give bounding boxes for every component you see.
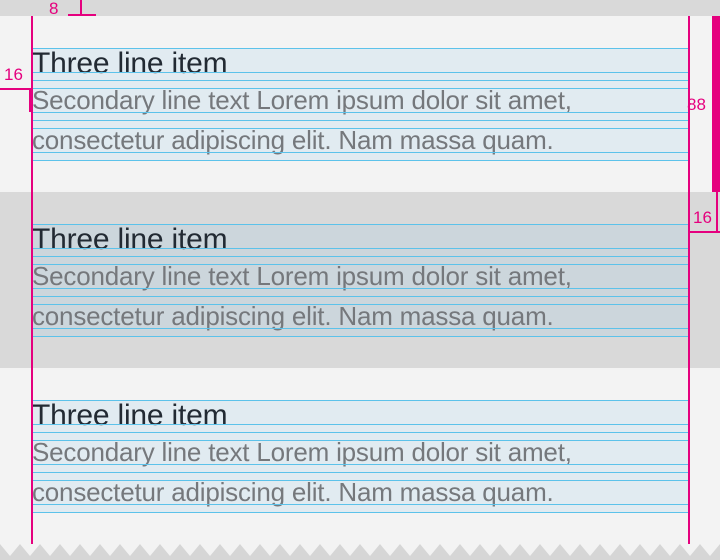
baseline-guide — [32, 512, 688, 513]
baseline-guide — [32, 296, 688, 297]
baseline-guide — [32, 48, 688, 49]
baseline-guide — [32, 80, 688, 81]
item-height-bar — [712, 16, 720, 192]
left-keyline — [31, 16, 33, 544]
right-padding-marker — [716, 192, 718, 233]
list-item-text: Three line item Secondary line text Lore… — [32, 400, 688, 512]
secondary-text-line-2: consectetur adipiscing elit. Nam massa q… — [32, 125, 554, 155]
secondary-text-line-1: Secondary line text Lorem ipsum dolor si… — [32, 261, 572, 291]
baseline-guide — [32, 72, 688, 73]
baseline-guide — [32, 152, 688, 153]
left-padding-label: 16 — [4, 65, 23, 84]
baseline-guide — [32, 128, 688, 129]
secondary-text-line-1: Secondary line text Lorem ipsum dolor si… — [32, 437, 572, 467]
baseline-guide — [32, 472, 688, 473]
secondary-text-line-1: Secondary line text Lorem ipsum dolor si… — [32, 85, 572, 115]
top-spacing-label: 8 — [49, 0, 59, 18]
baseline-guide — [32, 328, 688, 329]
baseline-guide — [32, 288, 688, 289]
list-item-text: Three line item Secondary line text Lore… — [32, 224, 688, 336]
baseline-guide — [32, 480, 688, 481]
baseline-guide — [32, 336, 688, 337]
primary-text: Three line item — [32, 47, 228, 80]
left-padding-marker — [0, 88, 31, 90]
baseline-guide — [32, 424, 688, 425]
baseline-guide — [32, 432, 688, 433]
list-item[interactable]: Three line item Secondary line text Lore… — [0, 368, 720, 544]
primary-text: Three line item — [32, 223, 228, 256]
baseline-guide — [32, 264, 688, 265]
list-item-pressed[interactable]: Three line item Secondary line text Lore… — [0, 192, 720, 368]
list-item[interactable]: Three line item Secondary line text Lore… — [0, 16, 720, 192]
baseline-guide — [32, 88, 688, 89]
baseline-guide — [32, 160, 688, 161]
list-item-text: Three line item Secondary line text Lore… — [32, 48, 688, 160]
baseline-guide — [32, 256, 688, 257]
baseline-guide — [32, 400, 688, 401]
baseline-guide — [32, 440, 688, 441]
baseline-guide — [32, 112, 688, 113]
torn-edge — [0, 544, 720, 560]
top-spacing-marker — [68, 14, 96, 16]
baseline-guide — [32, 504, 688, 505]
top-divider — [0, 0, 720, 16]
baseline-guide — [32, 304, 688, 305]
baseline-guide — [32, 248, 688, 249]
primary-text: Three line item — [32, 399, 228, 432]
secondary-text-line-2: consectetur adipiscing elit. Nam massa q… — [32, 477, 554, 507]
right-padding-label: 16 — [693, 208, 712, 227]
baseline-guide — [32, 120, 688, 121]
secondary-text-line-2: consectetur adipiscing elit. Nam massa q… — [32, 301, 554, 331]
item-height-label: 88 — [687, 95, 706, 114]
left-padding-marker — [29, 88, 31, 112]
baseline-guide — [32, 464, 688, 465]
baseline-guide — [32, 224, 688, 225]
